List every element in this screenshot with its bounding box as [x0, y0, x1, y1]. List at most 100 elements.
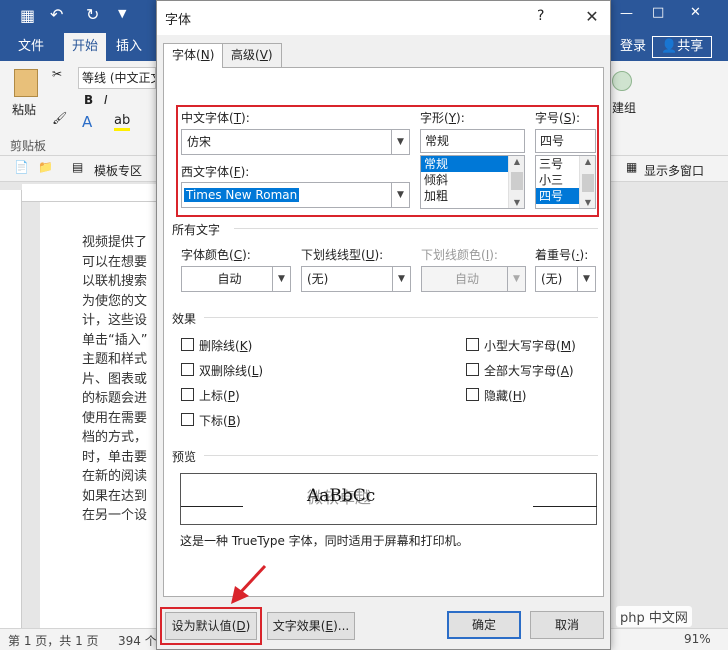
italic-icon[interactable]: I [104, 93, 108, 107]
doc-line: 在另一个设 [82, 508, 148, 523]
help-icon[interactable]: ? [537, 8, 544, 24]
all-caps-checkbox[interactable]: 全部大写字母(A) [466, 362, 574, 379]
font-color-key: C [233, 248, 243, 262]
cut-icon[interactable]: ✂ [52, 67, 62, 81]
scrollbar[interactable]: ▲ ▼ [508, 156, 524, 208]
text-effects-icon[interactable]: A [82, 113, 92, 131]
minimize-icon[interactable]: — [620, 6, 633, 21]
zoom-level[interactable]: 91% [684, 632, 711, 646]
size-input[interactable]: 四号 [535, 129, 596, 153]
checkbox-box[interactable] [181, 413, 194, 426]
styles-icon[interactable] [612, 71, 632, 91]
superscript-checkbox[interactable]: 上标(P) [181, 387, 240, 404]
share-button[interactable]: 👤共享 [652, 36, 713, 58]
checkbox-box[interactable] [466, 363, 479, 376]
paste-icon[interactable] [14, 69, 38, 97]
chevron-down-icon[interactable]: ▼ [392, 267, 410, 291]
text-effects-button[interactable]: 文字效果(E)... [267, 612, 355, 640]
underline-select[interactable]: (无) ▼ [301, 266, 411, 292]
preview-section-label: 预览 [172, 450, 197, 464]
maximize-icon[interactable]: □ [652, 5, 664, 20]
window-close-icon[interactable]: ✕ [690, 5, 701, 20]
customize-icon[interactable]: ▼ [118, 7, 126, 20]
cancel-button[interactable]: 取消 [530, 611, 604, 639]
close-icon[interactable]: ✕ [582, 7, 602, 26]
save-icon[interactable]: ▦ [20, 6, 35, 25]
size-listbox[interactable]: 三号 小三 四号 ▲ ▼ [535, 155, 596, 209]
checkbox-box[interactable] [466, 338, 479, 351]
tab-home[interactable]: 开始 [64, 33, 107, 61]
checkbox-box[interactable] [181, 388, 194, 401]
cn-font-select[interactable]: 仿宋 ▼ [181, 129, 410, 155]
multiwin-label[interactable]: 显示多窗口 [644, 162, 704, 179]
document-text[interactable]: 视频提供了 可以在想要 以联机搜索 为使您的文 计，这些设 单击“插入” 主题和样式 片、图表… [82, 233, 162, 526]
template-icon[interactable]: ▤ [72, 160, 83, 174]
chevron-down-icon[interactable]: ▼ [391, 130, 409, 154]
west-font-select[interactable]: Times New Roman ▼ [181, 182, 410, 208]
underline-value: (无) [307, 272, 329, 286]
doc-icon[interactable]: 📄 [14, 160, 29, 174]
scroll-up-icon[interactable]: ▲ [580, 157, 595, 166]
font-color-select[interactable]: 自动 ▼ [181, 266, 291, 292]
emphasis-key: · [575, 248, 580, 262]
redo-icon[interactable]: ↻ [86, 5, 99, 24]
emphasis-label-text: 着重号 [535, 248, 572, 262]
hidden-checkbox[interactable]: 隐藏(H) [466, 387, 526, 404]
chevron-down-icon[interactable]: ▼ [391, 183, 409, 207]
tab-insert[interactable]: 插入 [108, 33, 150, 61]
preview-box: 微软卓越 AaBbCc [180, 473, 597, 525]
chevron-down-icon[interactable]: ▼ [577, 267, 595, 291]
paste-label[interactable]: 粘贴 [12, 101, 36, 118]
format-painter-icon[interactable]: 🖌 [52, 111, 67, 125]
bold-icon[interactable]: B [84, 93, 93, 107]
tab-font-key: N [200, 48, 210, 62]
scroll-down-icon[interactable]: ▼ [580, 198, 595, 207]
scroll-thumb[interactable] [582, 174, 594, 192]
tab-advanced[interactable]: 高级(V) [222, 43, 282, 67]
build-label[interactable]: 建组 [612, 99, 636, 116]
set-default-button[interactable]: 设为默认值(D) [165, 612, 257, 640]
small-caps-label: 小型大写字母(M) [484, 339, 576, 353]
west-font-value: Times New Roman [184, 188, 300, 202]
underline-color-label-text: 下划线颜色 [421, 248, 482, 262]
checkbox-box[interactable] [181, 338, 194, 351]
emphasis-select[interactable]: (无) ▼ [535, 266, 596, 292]
undo-icon[interactable]: ↶ [50, 5, 63, 24]
chevron-down-icon[interactable]: ▼ [272, 267, 290, 291]
strikethrough-checkbox[interactable]: 删除线(K) [181, 337, 252, 354]
text-effects-key: E [325, 619, 334, 633]
style-label-text: 字形 [420, 111, 445, 125]
style-listbox[interactable]: 常规 倾斜 加粗 ▲ ▼ [420, 155, 525, 209]
subscript-checkbox[interactable]: 下标(B) [181, 412, 241, 429]
highlight-icon[interactable]: ab [114, 113, 131, 131]
multiwin-icon[interactable]: ▦ [626, 160, 637, 174]
divider [204, 317, 598, 318]
tab-font[interactable]: 字体(N) [163, 43, 224, 68]
scroll-up-icon[interactable]: ▲ [509, 157, 524, 166]
style-input[interactable]: 常规 [420, 129, 525, 153]
doc-line: 的标题会进 [82, 391, 148, 406]
double-strikethrough-checkbox[interactable]: 双删除线(L) [181, 362, 263, 379]
tab-file[interactable]: 文件 [10, 33, 52, 61]
preview-baseline-left [181, 506, 243, 507]
scroll-thumb[interactable] [511, 172, 523, 190]
scroll-down-icon[interactable]: ▼ [509, 198, 524, 207]
font-color-label-text: 字体颜色 [181, 248, 230, 262]
set-default-key: D [236, 619, 246, 633]
folder-icon[interactable]: 📁 [38, 160, 53, 174]
preview-text: AaBbCc [307, 486, 376, 506]
scrollbar[interactable]: ▲ ▼ [579, 156, 595, 208]
truetype-note: 这是一种 TrueType 字体，同时适用于屏幕和打印机。 [180, 534, 469, 548]
template-zone-label[interactable]: 模板专区 [94, 162, 142, 179]
preview-baseline-right [533, 506, 597, 507]
login-link[interactable]: 登录 [612, 33, 654, 61]
ok-button[interactable]: 确定 [447, 611, 521, 639]
checkbox-box[interactable] [181, 363, 194, 376]
west-font-label-text: 西文字体 [181, 165, 230, 179]
checkbox-box[interactable] [466, 388, 479, 401]
cn-font-label-text: 中文字体 [181, 111, 230, 125]
small-caps-checkbox[interactable]: 小型大写字母(M) [466, 337, 576, 354]
font-name-box[interactable]: 等线 (中文正文 [78, 67, 156, 89]
underline-color-label: 下划线颜色(I): [421, 248, 498, 262]
subscript-label: 下标(B) [199, 414, 241, 428]
